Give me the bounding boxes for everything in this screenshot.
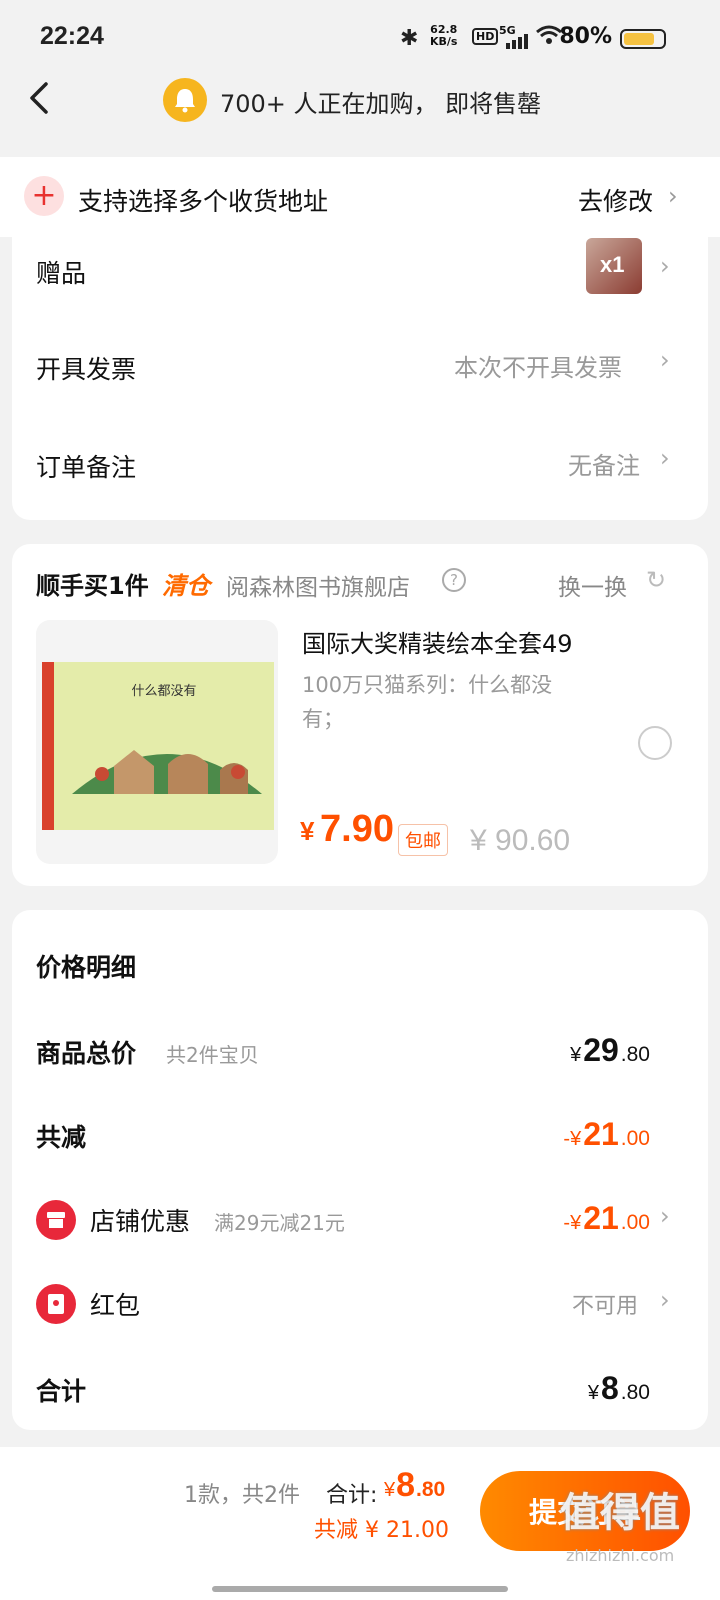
upsell-price: 7.90	[320, 808, 394, 850]
clearance-tag: 清仓	[162, 572, 210, 600]
home-indicator[interactable]	[212, 1586, 508, 1592]
hd-icon: HD	[472, 28, 499, 45]
bottom-saved-text: 共减 ¥ 21.00	[314, 1518, 449, 1543]
chevron-right-icon[interactable]: ›	[660, 252, 670, 280]
multi-address-label: 支持选择多个收货地址	[78, 187, 329, 216]
modify-address-link[interactable]: 去修改	[578, 182, 653, 218]
watermark-logo: 值得值	[560, 1490, 680, 1536]
chevron-right-icon[interactable]: ›	[660, 444, 670, 472]
item-count: 1款，共2件	[184, 1483, 300, 1508]
upsell-title: 顺手买1件	[36, 572, 149, 600]
product-image[interactable]: 什么都没有	[36, 620, 278, 864]
bottom-total-amount: ¥8.80	[384, 1466, 446, 1504]
battery-icon	[620, 29, 666, 49]
free-shipping-badge: 包邮	[398, 824, 448, 856]
book-cover: 什么都没有	[42, 662, 274, 830]
price-symbol: ¥	[300, 816, 315, 846]
watermark-url: zhizhizhi.com	[566, 1546, 675, 1565]
battery-percent: 80%	[559, 24, 612, 49]
price-detail-card	[12, 910, 708, 1430]
red-packet-icon	[36, 1284, 76, 1324]
goods-total-amount: ¥29.80	[570, 1032, 650, 1068]
urgency-headline: 700+ 人正在加购， 即将售罄	[220, 90, 542, 118]
product-title[interactable]: 国际大奖精装绘本全套49	[302, 624, 573, 659]
goods-count: 共2件宝贝	[166, 1043, 259, 1067]
gift-thumbnail[interactable]: x1	[586, 238, 642, 294]
store-discount-label: 店铺优惠	[90, 1207, 191, 1236]
book-illustration	[72, 750, 262, 794]
price-detail-title: 价格明细	[36, 953, 137, 982]
chevron-right-icon[interactable]: ›	[660, 1286, 670, 1314]
signal-icon	[506, 34, 528, 49]
goods-total-label: 商品总价	[36, 1039, 137, 1068]
product-subtitle: 100万只猫系列：什么都没有；	[302, 673, 553, 731]
original-price: ¥ 90.60	[470, 824, 571, 857]
help-icon[interactable]: ?	[442, 568, 466, 592]
chevron-right-icon[interactable]: ›	[660, 1202, 670, 1230]
chevron-right-icon[interactable]: ›	[660, 346, 670, 374]
plus-icon: +	[24, 176, 64, 216]
bottom-total-label: 合计:	[326, 1483, 378, 1508]
red-packet-label: 红包	[90, 1291, 141, 1320]
gift-quantity: x1	[600, 252, 625, 277]
bluetooth-icon: ✱	[400, 26, 419, 51]
status-time: 22:24	[40, 22, 104, 50]
store-name[interactable]: 阅森林图书旗舰店	[226, 568, 410, 602]
select-radio[interactable]	[638, 726, 672, 760]
store-discount-rule: 满29元减21元	[214, 1211, 345, 1235]
grand-total-amount: ¥8.80	[587, 1370, 650, 1406]
refresh-button[interactable]: 换一换	[558, 568, 627, 602]
invoice-value[interactable]: 本次不开具发票	[454, 348, 622, 383]
total-reduction-label: 共减	[36, 1123, 87, 1152]
invoice-label: 开具发票	[36, 355, 137, 384]
refresh-icon[interactable]: ↻	[646, 566, 666, 594]
chevron-right-icon: ›	[668, 182, 678, 210]
bell-icon	[163, 78, 207, 122]
book-cover-title: 什么都没有	[131, 684, 197, 699]
gift-label: 赠品	[36, 259, 87, 288]
red-packet-value[interactable]: 不可用	[572, 1288, 638, 1320]
status-bar: 22:24 ✱ 62.8 KB/s HD 5G 80%	[0, 0, 720, 76]
back-button[interactable]	[26, 80, 56, 116]
order-note-label: 订单备注	[36, 453, 137, 482]
wifi-icon	[536, 24, 562, 52]
store-icon	[36, 1200, 76, 1240]
net-speed: 62.8 KB/s	[430, 23, 458, 48]
back-arrow-icon	[30, 82, 48, 114]
grand-total-label: 合计	[36, 1377, 87, 1406]
store-discount-amount[interactable]: -¥ 21.00	[563, 1200, 650, 1237]
total-reduction-amount: -¥ 21.00	[563, 1116, 650, 1152]
order-note-value[interactable]: 无备注	[568, 446, 640, 481]
